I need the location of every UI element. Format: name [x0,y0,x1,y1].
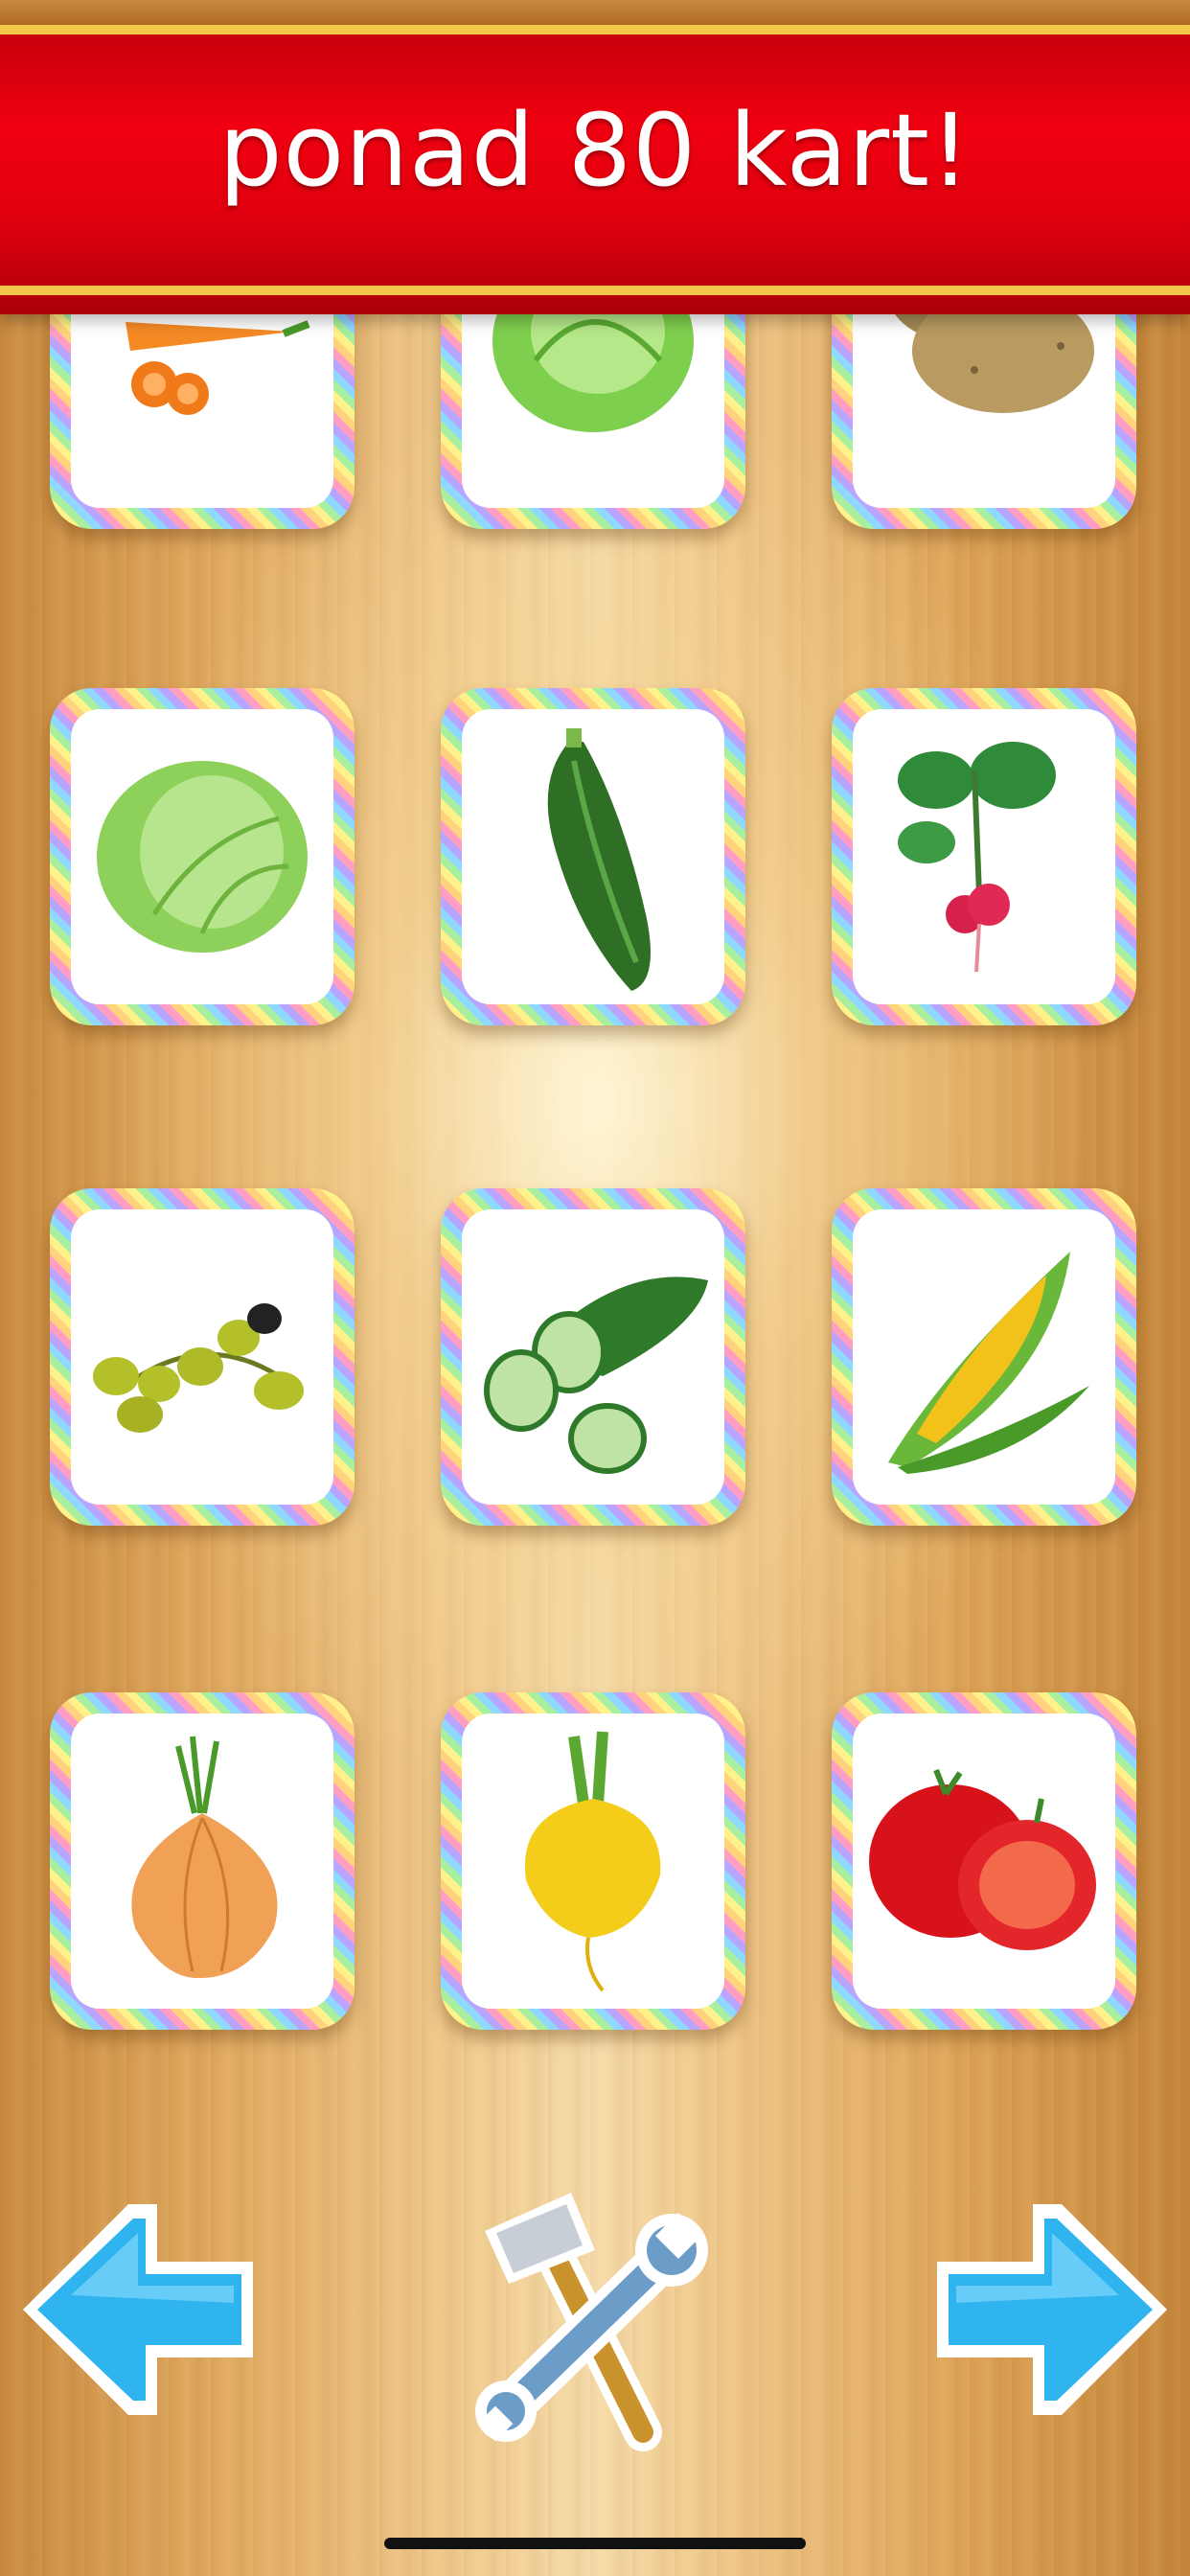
home-indicator[interactable] [384,2538,806,2549]
turnip-icon [524,1731,661,1992]
olives-icon [93,1303,304,1433]
corn-card[interactable] [832,1188,1136,1526]
card-face [853,1209,1115,1505]
promo-banner: ponad 80 kart! [0,0,1190,314]
corn-icon [888,1252,1089,1474]
next-button[interactable] [927,2190,1177,2429]
turnip-card[interactable] [441,1692,745,2030]
card-face [853,1714,1115,2009]
cucumber-card[interactable] [441,1188,745,1526]
banner-gold-stripe-top [0,25,1190,34]
cabbage-icon [97,761,308,953]
olives-card[interactable] [50,1188,355,1526]
radish-icon [898,742,1056,973]
cucumber-icon [484,1276,708,1474]
previous-button[interactable] [13,2190,263,2429]
card-face [462,1714,724,2009]
card-face [71,1714,333,2009]
card-face [853,709,1115,1004]
cabbage-card[interactable] [50,688,355,1025]
card-face [462,709,724,1004]
onion-card[interactable] [50,1692,355,2030]
banner-gold-stripe-bottom [0,286,1190,295]
zucchini-icon [547,728,651,991]
tomato-card[interactable] [832,1692,1136,2030]
radish-card[interactable] [832,688,1136,1025]
onion-icon [131,1736,278,1979]
card-face [462,1209,724,1505]
zucchini-card[interactable] [441,688,745,1025]
tomato-icon [869,1768,1096,1950]
banner-top-edge [0,0,1190,25]
card-face [71,709,333,1004]
banner-title: ponad 80 kart! [218,92,972,209]
card-face [71,1209,333,1505]
settings-button[interactable] [466,2174,724,2451]
hammer-wrench-icon [475,2193,708,2451]
arrow-right-icon [937,2204,1167,2415]
arrow-left-icon [23,2204,253,2415]
